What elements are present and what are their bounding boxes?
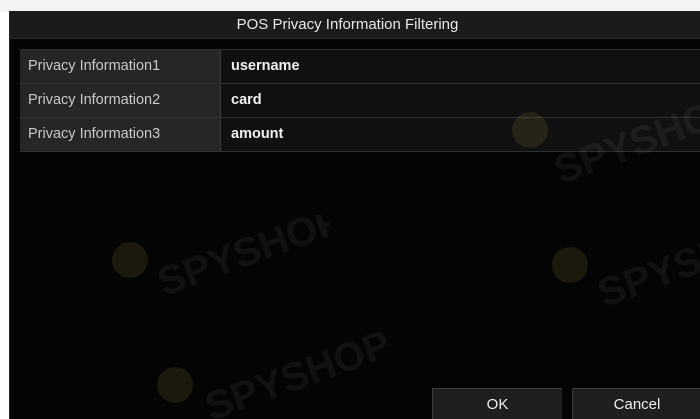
privacy-info-row-1: Privacy Information1 username xyxy=(20,50,700,84)
cancel-button[interactable]: Cancel xyxy=(572,388,700,419)
privacy-info-row-2: Privacy Information2 card xyxy=(20,84,700,118)
privacy-info-field-2[interactable]: card xyxy=(221,84,700,117)
dialog-title-bar: POS Privacy Information Filtering xyxy=(10,11,700,39)
dialog-title: POS Privacy Information Filtering xyxy=(236,16,459,33)
pos-privacy-dialog: POS Privacy Information Filtering Privac… xyxy=(9,11,700,419)
privacy-info-label-1: Privacy Information1 xyxy=(20,50,221,83)
privacy-info-label-2: Privacy Information2 xyxy=(20,84,221,117)
privacy-info-table: Privacy Information1 username Privacy In… xyxy=(20,49,700,152)
privacy-info-field-3[interactable]: amount xyxy=(221,118,700,151)
privacy-info-field-1[interactable]: username xyxy=(221,50,700,83)
privacy-info-row-3: Privacy Information3 amount xyxy=(20,118,700,152)
screen: POS Privacy Information Filtering Privac… xyxy=(0,0,700,419)
ok-button[interactable]: OK xyxy=(432,388,562,419)
privacy-info-label-3: Privacy Information3 xyxy=(20,118,221,151)
